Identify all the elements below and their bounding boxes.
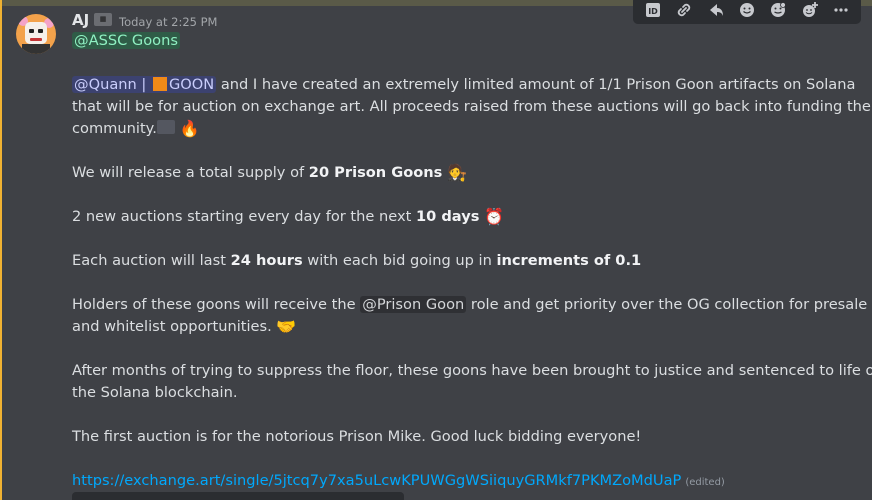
user-mention-tag: GOON (168, 76, 215, 93)
emoji-2-icon[interactable] (763, 0, 794, 24)
message-text: with each bid going up in (302, 252, 497, 269)
fire-emoji-icon: 🔥 (179, 119, 200, 138)
message-line: Each auction will last 24 hours with eac… (72, 250, 641, 272)
user-mention-name: @Quann | (74, 76, 147, 93)
link-icon[interactable] (668, 0, 699, 24)
person-emoji-icon: 🧑‍⚖️ (447, 163, 467, 182)
reply-icon[interactable] (700, 0, 731, 24)
mention-highlight-bar (0, 0, 2, 500)
message-line: @Quann | GOON and I have created an extr… (72, 74, 855, 96)
bold-text: 20 Prison Goons (308, 164, 443, 181)
id-icon[interactable]: ID (637, 0, 668, 24)
message-line: the Solana blockchain. (72, 384, 238, 401)
alarm-clock-emoji-icon: ⏰ (484, 207, 504, 226)
message-line: and whitelist opportunities. 🤝 (72, 316, 296, 338)
message-line: @ASSC Goons (72, 30, 180, 52)
message-text: We will release a total supply of (72, 164, 309, 181)
message-line: After months of trying to suppress the f… (72, 362, 872, 379)
message-text: Holders of these goons will receive the (72, 296, 361, 313)
message-text: community. (72, 120, 157, 137)
emoji-icon[interactable] (731, 0, 762, 24)
message-text: and I have created an extremely limited … (220, 76, 856, 93)
orange-square-emoji-icon (152, 77, 167, 91)
message-text: role and get priority over the OG collec… (466, 296, 868, 313)
bold-text: 10 days (415, 208, 480, 225)
exchange-art-link[interactable]: https://exchange.art/single/5jtcq7y7xa5u… (72, 472, 681, 489)
message-line: Holders of these goons will receive the … (72, 294, 867, 316)
bold-text: 24 hours (230, 252, 303, 269)
edited-label: (edited) (685, 477, 725, 488)
message-line: community. 🔥 (72, 118, 199, 140)
avatar-mouth (30, 38, 42, 41)
bold-text: increments of 0.1 (496, 252, 642, 269)
username[interactable]: AJ (72, 11, 89, 29)
message-line: that will be for auction on exchange art… (72, 98, 871, 115)
timestamp[interactable]: Today at 2:25 PM (119, 15, 217, 29)
embed-preview-edge (72, 492, 404, 500)
message-text: Each auction will last (72, 252, 231, 269)
custom-emote-icon (156, 120, 175, 134)
message-text: 2 new auctions starting every day for th… (72, 208, 416, 225)
role-mention-prison-goon[interactable]: @Prison Goon (360, 296, 467, 313)
message-text: and whitelist opportunities. (72, 318, 272, 335)
add-reaction-icon[interactable] (794, 0, 825, 24)
avatar-eye (38, 29, 43, 33)
svg-text:ID: ID (648, 7, 658, 16)
user-mention[interactable]: @Quann | GOON (72, 76, 217, 93)
role-mention[interactable]: @ASSC Goons (72, 32, 180, 49)
message-line: https://exchange.art/single/5jtcq7y7xa5u… (72, 470, 725, 494)
message-line: 2 new auctions starting every day for th… (72, 206, 504, 228)
avatar[interactable] (16, 14, 56, 54)
handshake-emoji-icon: 🤝 (276, 317, 297, 336)
avatar-shirt (22, 44, 50, 54)
server-tag-icon: ▦ (94, 13, 112, 26)
message-toolbar: ID (633, 0, 861, 24)
message-line: We will release a total supply of 20 Pri… (72, 162, 467, 184)
message-line: The first auction is for the notorious P… (72, 428, 642, 445)
avatar-eye (29, 29, 34, 33)
more-icon[interactable] (826, 0, 857, 24)
